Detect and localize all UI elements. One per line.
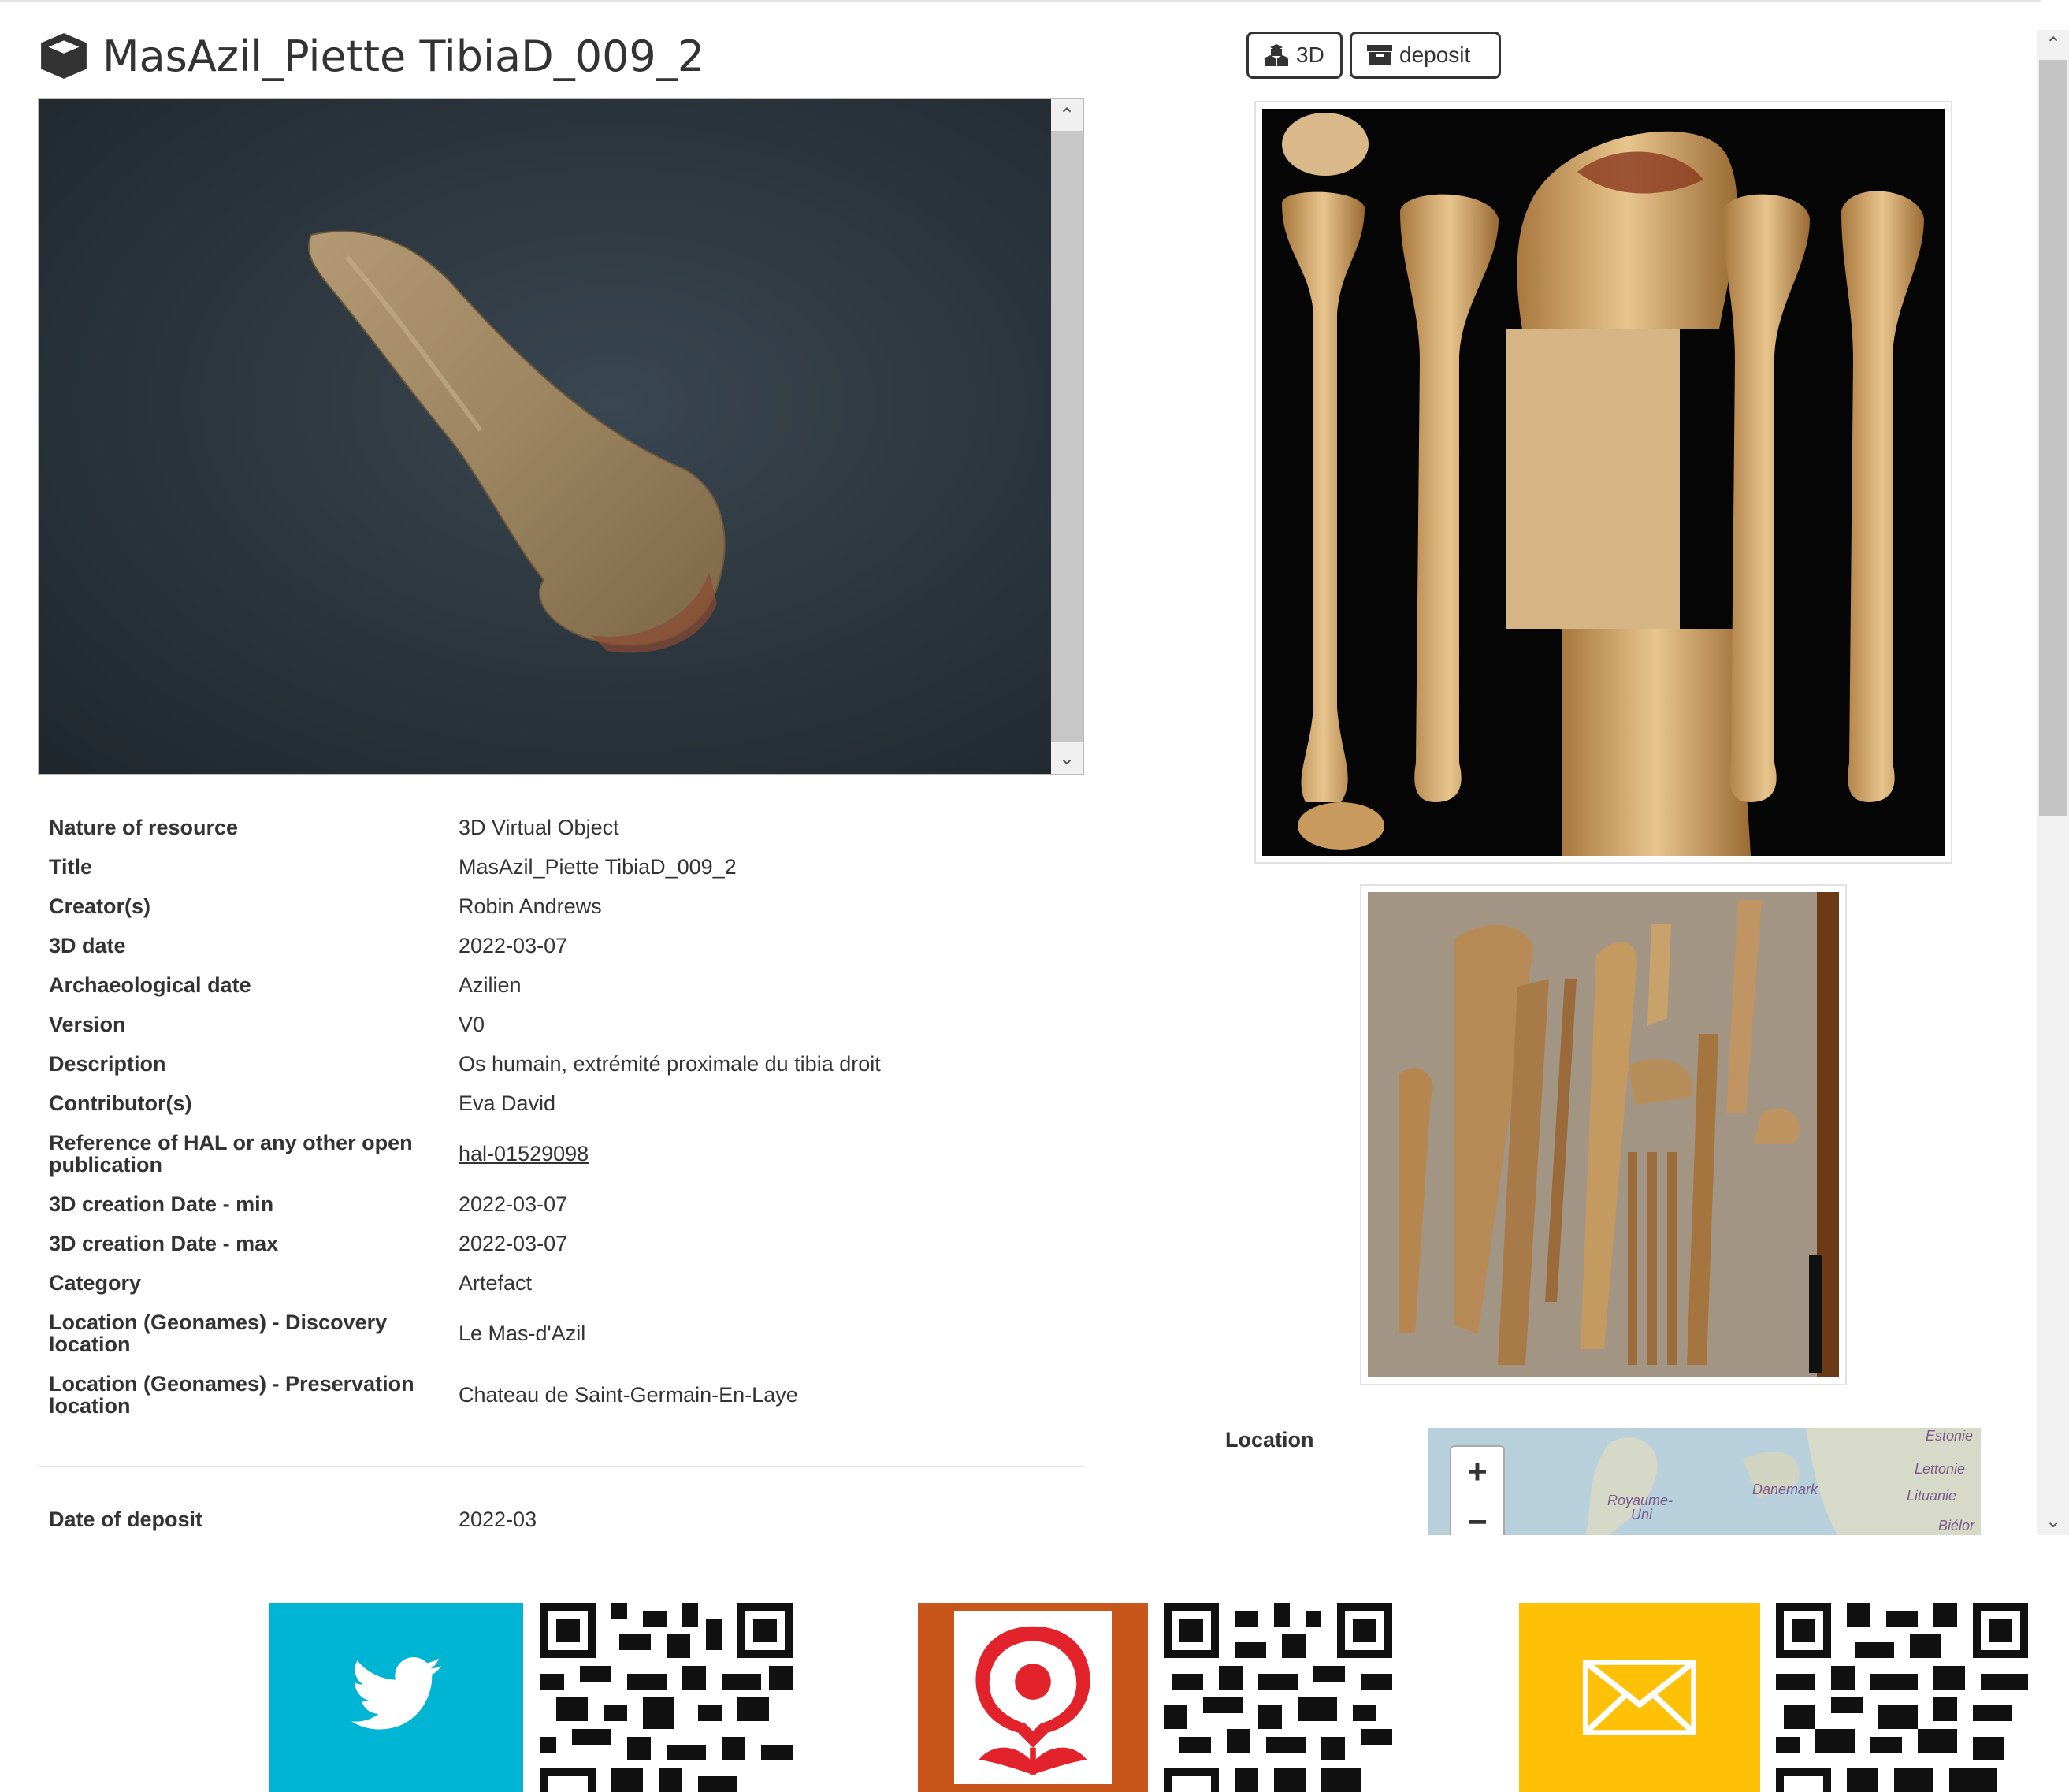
scroll-down-arrow-icon[interactable]: ⌄ bbox=[1051, 742, 1083, 774]
map-label: Danemark bbox=[1752, 1482, 1818, 1497]
metadata-key: Category bbox=[49, 1271, 142, 1295]
metadata-value: 2022-03-07 bbox=[459, 1192, 568, 1216]
metadata-value: Eva David bbox=[459, 1091, 556, 1115]
metadata-key: 3D creation Date - min bbox=[49, 1192, 274, 1216]
hal-logo-frame bbox=[954, 1611, 1112, 1784]
metadata-value: Artefact bbox=[459, 1271, 533, 1295]
twitter-share-button[interactable] bbox=[269, 1603, 523, 1792]
metadata-key: 3D date bbox=[49, 934, 126, 957]
metadata-divider bbox=[38, 1466, 1084, 1467]
metadata-key: 3D creation Date - max bbox=[49, 1232, 279, 1255]
qr-code-icon bbox=[540, 1603, 793, 1792]
bone-3d-model[interactable] bbox=[39, 99, 1054, 774]
scroll-down-arrow-icon[interactable]: ⌄ bbox=[2037, 1507, 2069, 1535]
metadata-key: Nature of resource bbox=[49, 816, 239, 839]
metadata-key: Contributor(s) bbox=[49, 1091, 192, 1115]
metadata-value: 3D Virtual Object bbox=[459, 816, 619, 839]
3d-viewer[interactable]: ⌃ ⌄ bbox=[38, 98, 1084, 775]
metadata-key: Title bbox=[49, 855, 93, 879]
scroll-up-arrow-icon[interactable]: ⌃ bbox=[2037, 30, 2069, 58]
metadata-key: Date of deposit bbox=[49, 1508, 203, 1531]
metadata-key: Archaeological date bbox=[49, 973, 251, 997]
map-label: Lettonie bbox=[1915, 1461, 1966, 1477]
map-label: Uni bbox=[1631, 1507, 1653, 1522]
email-qr-code bbox=[1776, 1603, 2028, 1792]
hal-reference-link[interactable]: hal-01529098 bbox=[459, 1143, 589, 1165]
hal-share-button[interactable] bbox=[918, 1603, 1148, 1792]
metadata-key: Description bbox=[49, 1052, 166, 1076]
cube-icon bbox=[41, 33, 87, 79]
hal-qr-code bbox=[1163, 1603, 1393, 1792]
location-map[interactable]: + − Estonie Lettonie Danemark Lituanie R… bbox=[1428, 1428, 1981, 1535]
archive-icon bbox=[1367, 45, 1392, 65]
qr-code-icon bbox=[1776, 1603, 2028, 1792]
metadata-value: Azilien bbox=[459, 973, 522, 997]
viewer-scrollbar[interactable]: ⌃ ⌄ bbox=[1051, 99, 1083, 774]
museum-display-image bbox=[1368, 892, 1839, 1377]
metadata-value: MasAzil_Piette TibiaD_009_2 bbox=[459, 855, 737, 879]
map-label: Estonie bbox=[1926, 1428, 1974, 1444]
scroll-up-arrow-icon[interactable]: ⌃ bbox=[1051, 99, 1083, 131]
metadata-key: Creator(s) bbox=[49, 894, 151, 918]
map-zoom-control: + − bbox=[1450, 1445, 1505, 1535]
view-3d-label: 3D bbox=[1296, 43, 1324, 67]
page-header: MasAzil_Piette TibiaD_009_2 bbox=[38, 30, 704, 82]
metadata-key: Location (Geonames) - Preservation locat… bbox=[49, 1372, 414, 1418]
top-divider bbox=[0, 0, 2041, 2]
metadata-value: Le Mas-d'Azil bbox=[459, 1322, 586, 1345]
metadata-value: Os humain, extrémité proximale du tibia … bbox=[459, 1052, 881, 1076]
metadata-key: Version bbox=[49, 1013, 126, 1036]
deposit-label: deposit bbox=[1399, 43, 1471, 67]
mail-icon bbox=[1583, 1660, 1696, 1735]
location-label: Location bbox=[1225, 1428, 1314, 1452]
metadata-value: 2022-03-07 bbox=[459, 1232, 568, 1255]
page-title: MasAzil_Piette TibiaD_009_2 bbox=[102, 31, 705, 81]
zoom-in-button[interactable]: + bbox=[1451, 1447, 1503, 1497]
metadata-key: Reference of HAL or any other open publi… bbox=[49, 1131, 413, 1177]
twitter-qr-code bbox=[540, 1603, 793, 1792]
metadata-value: 2022-03-07 bbox=[459, 934, 568, 957]
page-scrollbar[interactable]: ⌃ ⌄ bbox=[2037, 30, 2069, 1535]
metadata-value: 2022-03 bbox=[459, 1508, 537, 1531]
view-3d-button[interactable]: 3D bbox=[1246, 32, 1343, 79]
metadata-value: Chateau de Saint-Germain-En-Laye bbox=[459, 1383, 798, 1407]
twitter-icon bbox=[351, 1657, 442, 1730]
map-label: Lituanie bbox=[1907, 1488, 1957, 1504]
bone-photo-plate[interactable] bbox=[1254, 101, 1952, 864]
metadata-value: V0 bbox=[459, 1013, 485, 1036]
cubes-icon bbox=[1264, 44, 1289, 66]
metadata-key: Location (Geonames) - Discovery location bbox=[49, 1311, 388, 1356]
email-share-button[interactable] bbox=[1519, 1603, 1760, 1792]
map-tiles bbox=[1585, 1428, 1981, 1535]
bone-plate-image bbox=[1262, 109, 1945, 856]
museum-display-photo[interactable] bbox=[1360, 884, 1847, 1385]
map-label: Biélor bbox=[1938, 1518, 1975, 1534]
scrollbar-thumb[interactable] bbox=[2039, 60, 2067, 816]
hal-icon bbox=[975, 1626, 1090, 1775]
zoom-out-button[interactable]: − bbox=[1451, 1497, 1503, 1535]
qr-code-icon bbox=[1164, 1603, 1392, 1792]
metadata-value: Robin Andrews bbox=[459, 894, 602, 918]
deposit-button[interactable]: deposit bbox=[1350, 32, 1501, 79]
